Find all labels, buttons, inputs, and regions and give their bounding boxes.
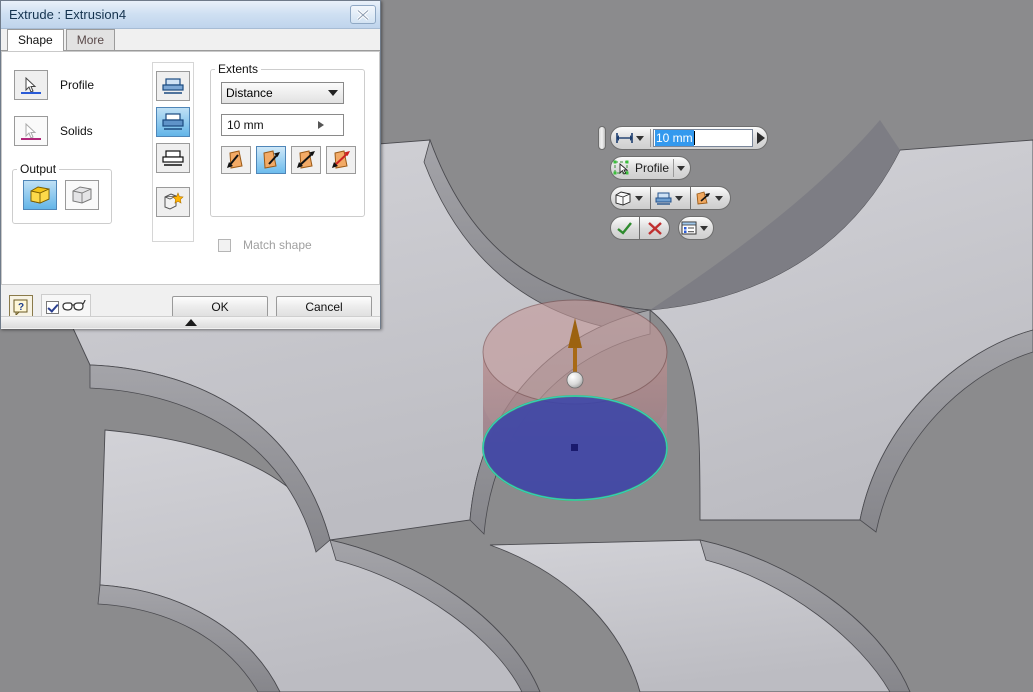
hud-distance-value: 10 mm — [655, 130, 694, 146]
solids-selector-row[interactable]: Solids — [14, 116, 93, 146]
match-shape-label: Match shape — [243, 238, 312, 252]
output-group: Output — [12, 162, 112, 224]
x-icon — [647, 221, 662, 235]
direction-asymmetric-button[interactable] — [326, 146, 356, 174]
solid-cube-icon — [615, 191, 631, 205]
chevron-down-icon[interactable] — [700, 225, 708, 231]
triangle-up-icon — [184, 319, 197, 326]
text-caret — [693, 131, 695, 145]
extrude-mini-toolbar[interactable]: 10 mm Profile — [598, 126, 778, 246]
direction-asymmetric-icon — [332, 150, 350, 169]
hud-ok-button[interactable] — [610, 216, 640, 240]
direction-forward-icon — [696, 190, 710, 204]
hud-options-row — [598, 186, 778, 210]
profile-select-icon — [613, 160, 629, 175]
hud-extrude-direction-button[interactable] — [651, 186, 691, 210]
match-shape-row[interactable]: Match shape — [218, 238, 312, 252]
help-icon: ? — [13, 299, 28, 315]
hud-confirm-group — [610, 216, 670, 240]
selected-profile-face[interactable] — [482, 395, 668, 501]
hud-profile-label: Profile — [635, 161, 670, 175]
profile-label: Profile — [60, 78, 95, 92]
drag-handle-icon[interactable] — [598, 126, 606, 150]
surface-cube-icon — [72, 186, 92, 204]
extrude-mid-icon — [162, 113, 184, 130]
extents-type-combo[interactable]: Distance — [221, 82, 344, 104]
direction-symmetric-button[interactable] — [291, 146, 321, 174]
distance-measure-icon — [616, 133, 633, 143]
extents-direction-buttons — [221, 146, 364, 174]
direction-forward-button[interactable] — [256, 146, 286, 174]
spinner-arrow-icon[interactable] — [318, 121, 324, 129]
direction-flip-button[interactable] — [221, 146, 251, 174]
chevron-down-icon[interactable] — [675, 195, 683, 201]
divider — [673, 159, 675, 177]
center-point-marker — [571, 444, 578, 451]
list-options-icon — [681, 221, 697, 235]
hud-distance-input[interactable]: 10 mm — [653, 129, 753, 147]
output-solid-button[interactable] — [23, 180, 57, 210]
arrow-right-icon[interactable] — [757, 132, 765, 144]
extrude-direction-down-button[interactable] — [156, 143, 190, 173]
extrude-dialog[interactable]: Extrude : Extrusion4 Shape More Profile — [0, 0, 381, 329]
hud-options-button[interactable] — [678, 216, 714, 240]
hud-option-button-group — [610, 186, 731, 210]
check-icon — [617, 221, 632, 235]
extents-title: Extents — [218, 62, 259, 76]
hud-value-row: 10 mm — [598, 126, 778, 150]
new-solid-button[interactable] — [156, 187, 190, 217]
profile-select-button[interactable] — [14, 70, 48, 100]
dialog-tabs: Shape More — [1, 29, 380, 51]
cursor-arrow-blue-icon — [25, 77, 37, 93]
extrude-direction-icon — [655, 192, 672, 205]
extents-distance-input[interactable] — [222, 117, 318, 133]
hud-profile-button[interactable]: Profile — [610, 156, 692, 180]
dialog-title-bar[interactable]: Extrude : Extrusion4 — [1, 1, 380, 29]
chevron-down-icon — [636, 135, 644, 141]
hud-cancel-button[interactable] — [640, 216, 670, 240]
dialog-expander[interactable] — [1, 316, 380, 328]
extrude-direction-mid-button[interactable] — [156, 107, 190, 137]
glasses-icon — [62, 300, 86, 311]
solids-select-button[interactable] — [14, 116, 48, 146]
chevron-down-icon[interactable] — [715, 195, 723, 201]
preview-checkbox[interactable] — [46, 300, 59, 314]
svg-text:?: ? — [18, 302, 24, 313]
hud-profile-row: Profile — [598, 156, 778, 180]
match-shape-checkbox[interactable] — [218, 238, 231, 252]
hud-direction-button[interactable] — [691, 186, 731, 210]
shape-tab-panel: Profile Solids Output Extents Distance 1… — [1, 51, 380, 285]
extents-group: Extents Distance — [210, 62, 365, 217]
extrude-direction-column — [152, 62, 194, 242]
solids-label: Solids — [60, 124, 93, 138]
tab-shape[interactable]: Shape — [7, 29, 64, 51]
extents-type-select[interactable]: Distance — [221, 82, 344, 104]
extrude-down-icon — [162, 150, 184, 166]
cursor-arrow-magenta-icon — [25, 123, 37, 139]
dialog-title: Extrude : Extrusion4 — [9, 7, 127, 22]
solid-cube-icon — [30, 186, 50, 204]
extents-distance-field[interactable] — [221, 114, 344, 136]
distance-measure-button[interactable] — [613, 127, 650, 149]
direction-flip-icon — [227, 150, 243, 169]
chevron-down-icon[interactable] — [677, 165, 686, 171]
divider — [650, 129, 651, 147]
extrude-up-icon — [162, 78, 184, 94]
close-button[interactable] — [350, 5, 376, 24]
output-surface-button[interactable] — [65, 180, 99, 210]
output-title: Output — [20, 162, 57, 176]
hud-distance-group: 10 mm — [610, 126, 768, 150]
hud-output-button[interactable] — [610, 186, 651, 210]
chevron-down-icon[interactable] — [635, 195, 643, 201]
profile-selector-row[interactable]: Profile — [14, 70, 94, 100]
tab-more[interactable]: More — [65, 29, 116, 50]
drag-sphere-handle[interactable] — [566, 371, 584, 389]
close-icon — [356, 8, 370, 21]
extrude-direction-up-button[interactable] — [156, 71, 190, 101]
hud-confirm-row — [598, 216, 778, 240]
new-solid-icon — [164, 192, 184, 210]
direction-forward-icon — [263, 150, 280, 169]
direction-symmetric-icon — [297, 150, 315, 169]
